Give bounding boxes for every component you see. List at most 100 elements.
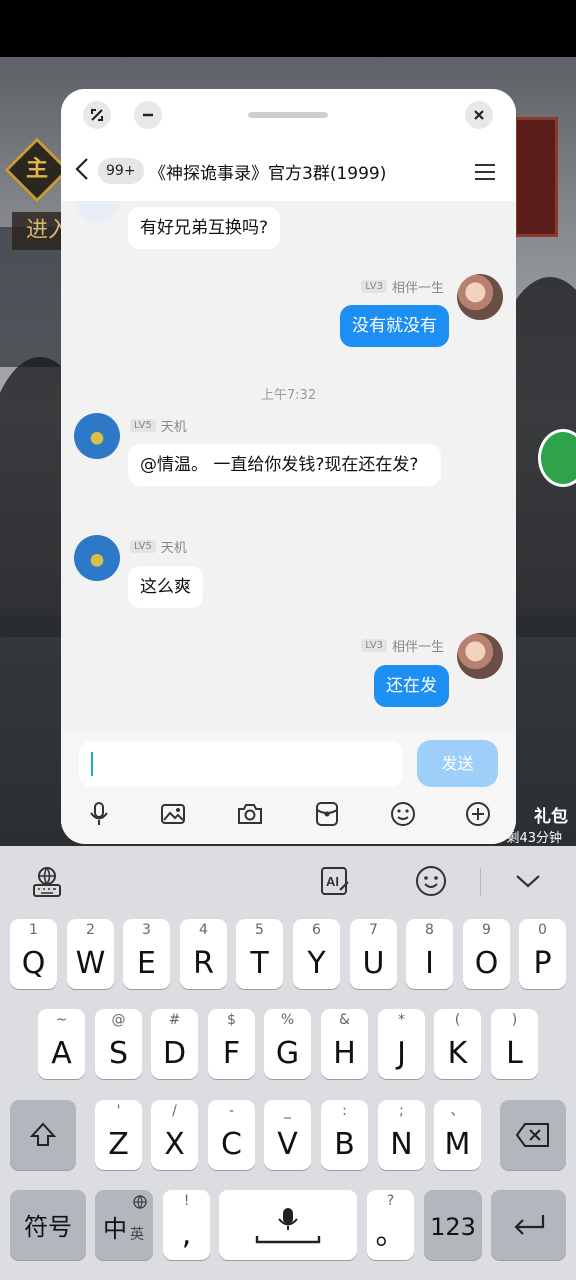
key-q[interactable]: 1Q — [10, 919, 57, 989]
avatar[interactable] — [74, 535, 120, 581]
symbols-key[interactable]: 符号 — [10, 1190, 86, 1260]
fullscreen-button[interactable] — [83, 101, 111, 129]
emoji-icon[interactable] — [389, 800, 417, 828]
keyboard-settings-icon[interactable] — [30, 864, 64, 898]
minimize-button[interactable] — [134, 101, 162, 129]
level-badge: LV5 — [130, 419, 156, 432]
menu-icon[interactable] — [475, 164, 495, 180]
time-label: 上午7:32 — [260, 388, 317, 403]
key-v[interactable]: _ V — [264, 1100, 311, 1170]
language-switch-key[interactable]: 中 英 — [95, 1190, 153, 1260]
game-gift-label[interactable]: 礼包 — [508, 802, 568, 827]
level-badge: LV3 — [361, 280, 387, 293]
key-m[interactable]: 、 M — [434, 1100, 481, 1170]
numbers-key[interactable]: 123 — [424, 1190, 482, 1260]
text-cursor — [91, 752, 93, 776]
message-list[interactable]: 有好兄弟互换吗? LV3 相伴一生 没有就没有 上午7:32 LV5 天机 @情… — [61, 201, 516, 734]
key-e[interactable]: 3E — [123, 919, 170, 989]
key-n[interactable]: ; N — [378, 1100, 425, 1170]
sender-name: LV5 天机 — [130, 537, 187, 556]
key-u[interactable]: 7U — [350, 919, 397, 989]
fullscreen-icon — [91, 109, 103, 121]
shift-key[interactable] — [10, 1100, 76, 1170]
toolbar-separator — [480, 868, 481, 896]
floating-chat-window: 99+ 《神探诡事录》官方3群(1999) 有好兄弟互换吗? LV3 相伴一生 … — [61, 89, 516, 844]
minimize-icon — [143, 113, 153, 117]
chat-header: 99+ 《神探诡事录》官方3群(1999) — [61, 141, 516, 201]
avatar[interactable] — [457, 633, 503, 679]
key-l[interactable]: ) L — [491, 1009, 538, 1079]
sender-label: 相伴一生 — [391, 640, 444, 655]
key-j[interactable]: * J — [378, 1009, 425, 1079]
input-area: 发送 — [61, 734, 516, 844]
lang-main-label: 中 — [103, 1215, 127, 1243]
message-bubble-self[interactable]: 没有就没有 — [340, 305, 449, 347]
message-bubble-self[interactable]: 还在发 — [374, 665, 449, 707]
enter-key[interactable] — [491, 1190, 566, 1260]
backspace-key[interactable] — [500, 1100, 566, 1170]
microphone-icon[interactable] — [85, 800, 113, 828]
send-button[interactable]: 发送 — [417, 740, 498, 787]
level-badge: LV5 — [130, 540, 156, 553]
level-badge: LV3 — [361, 639, 387, 652]
key-a[interactable]: ~ A — [38, 1009, 85, 1079]
key-r[interactable]: 4R — [180, 919, 227, 989]
key-i[interactable]: 8I — [406, 919, 453, 989]
svg-text:AI: AI — [326, 874, 339, 889]
drag-handle[interactable] — [248, 112, 328, 118]
back-button[interactable] — [75, 157, 89, 187]
close-button[interactable] — [465, 101, 493, 129]
keyboard-toolbar: AI — [0, 846, 576, 916]
globe-icon — [133, 1195, 147, 1209]
key-s[interactable]: @ S — [95, 1009, 142, 1079]
voice-input-icon — [255, 1208, 321, 1244]
game-badge[interactable]: 主 — [4, 137, 70, 203]
image-icon[interactable] — [159, 800, 187, 828]
key-h[interactable]: & H — [321, 1009, 368, 1079]
avatar[interactable] — [74, 413, 120, 459]
close-icon — [474, 110, 484, 120]
space-key[interactable] — [219, 1190, 357, 1260]
key-t[interactable]: 5T — [236, 919, 283, 989]
keyboard-emoji-icon[interactable] — [414, 864, 448, 898]
message-bubble[interactable]: @情温。 一直给你发钱?现在还在发? — [128, 444, 441, 486]
avatar[interactable] — [457, 274, 503, 320]
collapse-keyboard-icon[interactable] — [511, 864, 545, 898]
key-w[interactable]: 2W — [67, 919, 114, 989]
key-k[interactable]: (K — [434, 1009, 481, 1079]
camera-icon[interactable] — [236, 800, 264, 828]
message-bubble[interactable]: 这么爽 — [128, 566, 203, 608]
message-input[interactable] — [79, 741, 403, 787]
ai-writing-icon[interactable]: AI — [318, 864, 352, 898]
key-z[interactable]: ' Z — [95, 1100, 142, 1170]
game-lantern — [514, 117, 558, 237]
unread-count-badge[interactable]: 99+ — [98, 158, 144, 184]
plus-icon[interactable] — [464, 800, 492, 828]
period-key[interactable]: ?。 — [367, 1190, 414, 1260]
sender-name: LV3 相伴一生 — [361, 636, 444, 655]
key-x[interactable]: / X — [151, 1100, 198, 1170]
group-title[interactable]: 《神探诡事录》官方3群(1999) — [149, 159, 386, 184]
key-d[interactable]: # D — [151, 1009, 198, 1079]
key-b[interactable]: :B — [321, 1100, 368, 1170]
lang-sub-label: 英 — [130, 1227, 144, 1243]
avatar[interactable] — [75, 201, 121, 223]
window-title-bar[interactable] — [61, 89, 516, 141]
key-f[interactable]: $ F — [208, 1009, 255, 1079]
shift-icon — [29, 1122, 57, 1146]
key-p[interactable]: 0P — [519, 919, 566, 989]
keyboard: AI 1Q 2W 3E 4R 5T 6Y 7U 8I 9O 0P ~ A @ S #… — [0, 846, 576, 1280]
red-packet-icon[interactable] — [313, 800, 341, 828]
sender-label: 天机 — [160, 420, 187, 435]
backspace-icon — [515, 1123, 549, 1147]
message-bubble[interactable]: 有好兄弟互换吗? — [128, 207, 281, 249]
comma-key[interactable]: !, — [163, 1190, 210, 1260]
tool-row — [61, 800, 516, 830]
back-arrow-icon — [75, 158, 88, 180]
key-g[interactable]: % G — [264, 1009, 311, 1079]
key-o[interactable]: 9O — [463, 919, 510, 989]
key-y[interactable]: 6Y — [293, 919, 340, 989]
key-c[interactable]: -C — [208, 1100, 255, 1170]
enter-icon — [513, 1215, 544, 1235]
sender-label: 相伴一生 — [391, 281, 444, 296]
